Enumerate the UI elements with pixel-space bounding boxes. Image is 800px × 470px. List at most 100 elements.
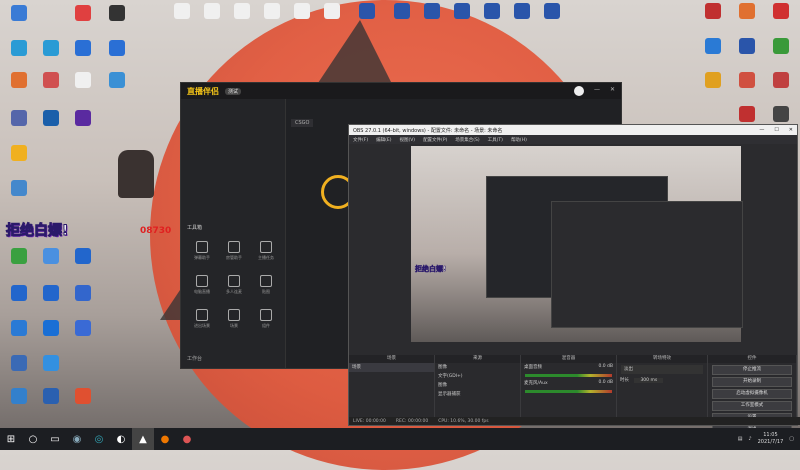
menu-tools[interactable]: 工具(T) [488, 137, 503, 143]
notification-icon[interactable]: ▢ [789, 436, 794, 442]
minimize-icon[interactable]: — [594, 86, 600, 96]
menu-edit[interactable]: 编辑(E) [376, 137, 391, 143]
desktop-icon[interactable] [730, 3, 764, 21]
assistant-taskbar-icon[interactable]: ▲ [132, 428, 154, 450]
task-view-icon[interactable]: ▭ [44, 428, 66, 450]
desktop-icon[interactable] [100, 5, 134, 23]
desktop-icon[interactable] [2, 5, 36, 23]
desktop-icon[interactable] [34, 248, 68, 266]
desktop-icon[interactable] [2, 110, 36, 128]
desktop-icon[interactable] [66, 5, 100, 23]
desktop-icon[interactable] [285, 3, 319, 21]
volume-icon[interactable]: ♪ [748, 436, 751, 442]
tool-button[interactable]: 电脑直播 [187, 275, 217, 295]
desktop-icon[interactable] [100, 40, 134, 58]
desktop-icon[interactable] [445, 3, 479, 21]
desktop-icon[interactable] [730, 38, 764, 56]
desktop-icon[interactable] [34, 355, 68, 373]
source-item[interactable]: 显示器捕获 [435, 390, 520, 399]
tool-button[interactable]: 进出场景 [187, 309, 217, 329]
transition-select[interactable]: 淡出 [621, 365, 703, 374]
desktop-icon[interactable] [350, 3, 384, 21]
desktop-icon[interactable] [764, 72, 798, 90]
source-item[interactable]: 图像 [435, 363, 520, 372]
desktop-icon[interactable] [696, 72, 730, 90]
desktop-icon[interactable] [66, 388, 100, 406]
desktop-icon[interactable] [2, 40, 36, 58]
desktop-icon[interactable] [66, 110, 100, 128]
tool-button[interactable]: 贴图 [251, 275, 281, 295]
desktop-icon[interactable] [2, 248, 36, 266]
menu-view[interactable]: 视图(V) [399, 137, 415, 143]
tool-button[interactable]: 弹幕助手 [187, 241, 217, 261]
desktop-icon[interactable] [195, 3, 229, 21]
close-icon[interactable]: ✕ [789, 127, 793, 133]
desktop-icon[interactable] [165, 3, 199, 21]
desktop-icon[interactable] [34, 110, 68, 128]
desktop-icon[interactable] [2, 145, 36, 163]
desktop-icon[interactable] [2, 285, 36, 303]
desktop-icon[interactable] [475, 3, 509, 21]
desktop-icon[interactable] [34, 320, 68, 338]
desktop-icon[interactable] [505, 3, 539, 21]
desktop-icon[interactable] [696, 38, 730, 56]
desktop-icon[interactable] [764, 106, 798, 124]
scene-item[interactable]: 场景 [349, 363, 434, 372]
minimize-icon[interactable]: — [759, 127, 764, 133]
menu-profile[interactable]: 配置文件(P) [423, 137, 447, 143]
clock[interactable]: 11:05 2021/7/17 [758, 432, 784, 446]
edge-icon[interactable]: ◎ [88, 428, 110, 450]
search-icon[interactable]: ○ [22, 428, 44, 450]
desktop-icon[interactable] [100, 72, 134, 90]
desktop-icon[interactable] [2, 355, 36, 373]
network-icon[interactable]: ▤ [738, 436, 743, 442]
obs-taskbar-icon[interactable]: ◐ [110, 428, 132, 450]
desktop-icon[interactable] [66, 72, 100, 90]
desktop-icon[interactable] [385, 3, 419, 21]
tool-button[interactable]: 主播任务 [251, 241, 281, 261]
desktop-icon[interactable] [730, 106, 764, 124]
menu-scene-collection[interactable]: 场景集合(S) [455, 137, 479, 143]
desktop-icon[interactable] [34, 72, 68, 90]
tool-button[interactable]: 组件 [251, 309, 281, 329]
desktop-icon[interactable] [2, 320, 36, 338]
desktop-icon[interactable] [764, 3, 798, 21]
desktop-icon[interactable] [225, 3, 259, 21]
desktop-icon[interactable] [2, 388, 36, 406]
tool-button[interactable]: 场景 [219, 309, 249, 329]
desktop-icon[interactable] [730, 72, 764, 90]
app-icon[interactable]: ● [176, 428, 198, 450]
desktop-icon[interactable] [34, 285, 68, 303]
firefox-icon[interactable]: ● [154, 428, 176, 450]
desktop-icon[interactable] [66, 248, 100, 266]
desktop-icon[interactable] [66, 40, 100, 58]
desktop-icon[interactable] [2, 180, 36, 198]
close-icon[interactable]: ✕ [610, 86, 615, 96]
menu-help[interactable]: 帮助(H) [511, 137, 527, 143]
desktop-icon[interactable] [696, 3, 730, 21]
stream-title-field[interactable]: CSGO [291, 119, 314, 127]
desktop-icon[interactable] [315, 3, 349, 21]
desktop-icon[interactable] [34, 388, 68, 406]
tool-button[interactable]: 多人连麦 [219, 275, 249, 295]
tool-button[interactable]: 房管助手 [219, 241, 249, 261]
desktop-icon[interactable] [764, 38, 798, 56]
start-recording-button[interactable]: 开始录制 [712, 377, 792, 387]
maximize-icon[interactable]: ☐ [774, 127, 778, 133]
menu-file[interactable]: 文件(F) [353, 137, 368, 143]
desktop-icon[interactable] [255, 3, 289, 21]
source-item[interactable]: 图像 [435, 381, 520, 390]
avatar[interactable] [573, 86, 584, 96]
source-item[interactable]: 文字(GDI+) [435, 372, 520, 381]
desktop-icon[interactable] [66, 320, 100, 338]
desktop-icon[interactable] [66, 285, 100, 303]
virtual-camera-button[interactable]: 启动虚拟摄像机 [712, 389, 792, 399]
desktop-icon[interactable] [34, 40, 68, 58]
steam-icon[interactable]: ◉ [66, 428, 88, 450]
desktop-icon[interactable] [535, 3, 569, 21]
studio-mode-button[interactable]: 工作室模式 [712, 401, 792, 411]
stop-streaming-button[interactable]: 停止推流 [712, 365, 792, 375]
desktop-icon[interactable] [415, 3, 449, 21]
start-icon[interactable]: ⊞ [0, 428, 22, 450]
desktop-icon[interactable] [2, 72, 36, 90]
